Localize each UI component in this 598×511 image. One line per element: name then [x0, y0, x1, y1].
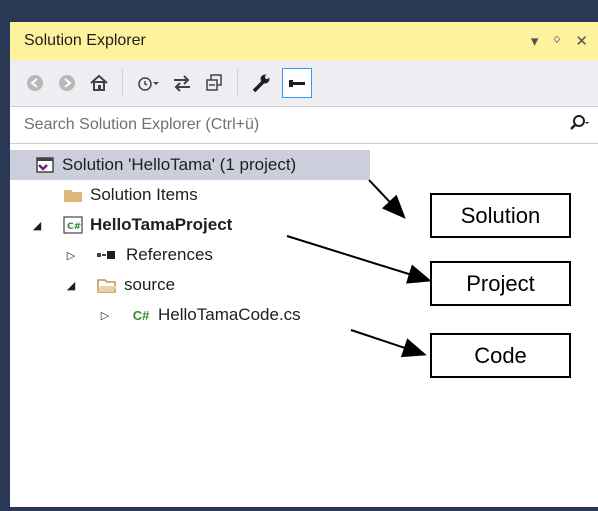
callout-code: Code: [430, 333, 571, 378]
solution-explorer-window: Solution Explorer ▾ ᛜ ✕ Search Solution …: [0, 0, 598, 511]
project-arrow: [286, 235, 432, 284]
window-bottom-border: [0, 507, 598, 511]
callout-solution: Solution: [430, 193, 571, 238]
code-arrow: [350, 329, 427, 358]
solution-arrow: [368, 179, 406, 219]
callout-project: Project: [430, 261, 571, 306]
annotation-arrows: [286, 179, 432, 358]
